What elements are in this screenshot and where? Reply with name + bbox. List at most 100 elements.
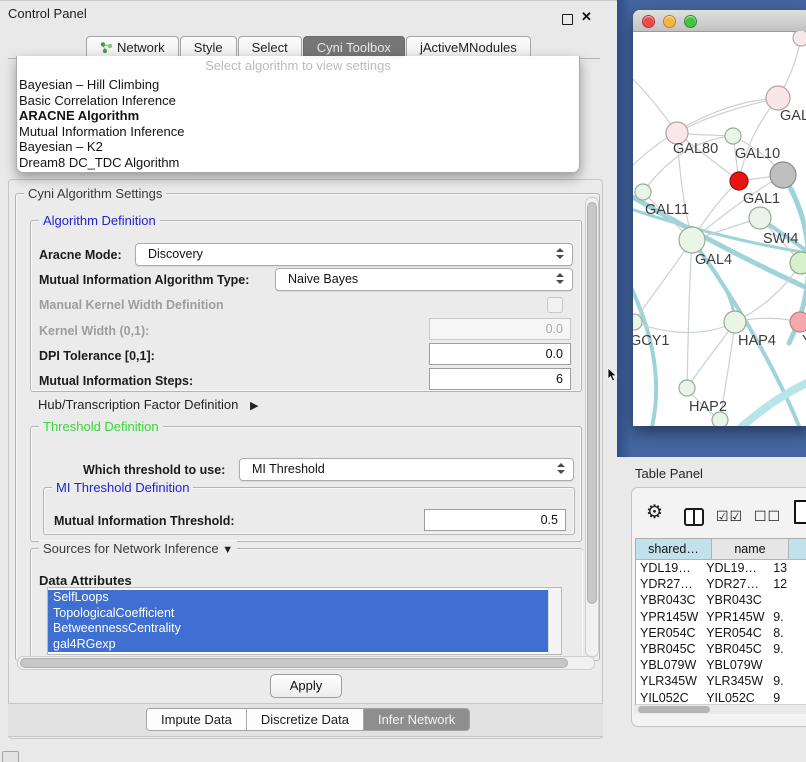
node-label-gal1: GAL1	[743, 191, 780, 207]
attribute-item-betweennesscentrality[interactable]: BetweennessCentrality	[48, 621, 549, 637]
network-window-titlebar[interactable]	[633, 10, 806, 32]
network-node[interactable]	[770, 162, 796, 188]
tab-impute-data[interactable]: Impute Data	[147, 709, 247, 730]
mi-steps-field[interactable]: 6	[429, 368, 571, 390]
table-row[interactable]: YIL052CYIL052C9	[636, 690, 806, 705]
table-row[interactable]: YBR045CYBR045C9.	[636, 641, 806, 657]
dpi-tolerance-field[interactable]: 0.0	[429, 343, 571, 365]
threshold-definition-title: Threshold Definition	[39, 419, 163, 434]
file-export-icon[interactable]	[794, 500, 806, 524]
which-threshold-combo[interactable]: MI Threshold	[239, 458, 574, 481]
network-node-hap4[interactable]	[724, 311, 746, 333]
settings-vertical-scrollbar[interactable]	[585, 197, 599, 657]
node-label-gal4: GAL4	[695, 252, 732, 268]
list-vertical-scrollbar[interactable]	[548, 588, 561, 654]
minimize-traffic-light[interactable]	[663, 15, 676, 28]
network-node-hap2[interactable]	[679, 380, 695, 396]
network-node[interactable]	[730, 172, 748, 190]
tab-cyni-toolbox[interactable]: Cyni Toolbox	[303, 36, 405, 58]
mi-threshold-field[interactable]: 0.5	[424, 509, 566, 531]
tab-jactivemnodules[interactable]: jActiveMNodules	[406, 36, 531, 58]
dropdown-item-basic-correlation-inference[interactable]: Basic Correlation Inference	[19, 93, 579, 109]
table-row[interactable]: YPR145WYPR145W9.	[636, 609, 806, 625]
bottom-tabbar: Impute DataDiscretize DataInfer Network	[146, 708, 470, 731]
manual-kernel-checkbox[interactable]	[547, 297, 563, 313]
table-cell: 9	[769, 690, 806, 705]
dropdown-item-bayesian-k2[interactable]: Bayesian – K2	[19, 139, 579, 155]
minimized-panel-icon[interactable]	[2, 751, 19, 762]
dropdown-item-mutual-information-inference[interactable]: Mutual Information Inference	[19, 124, 579, 140]
sources-toggle[interactable]: Sources for Network Inference ▼	[39, 541, 237, 556]
column-header-shared[interactable]: shared…	[636, 539, 712, 560]
cyni-settings-group-title: Cyni Algorithm Settings	[24, 186, 166, 201]
cyni-algorithm-settings-group: Cyni Algorithm Settings Algorithm Defini…	[15, 193, 600, 661]
data-attributes-list: SelfLoopsTopologicalCoefficientBetweenne…	[48, 590, 549, 652]
hub-definition-toggle[interactable]: Hub/Transcription Factor Definition ▶	[38, 397, 258, 412]
attribute-item-gal4rgexp[interactable]: gal4RGexp	[48, 637, 549, 653]
table-row[interactable]: YLR345WYLR345W9.	[636, 673, 806, 689]
settings-horizontal-scrollbar[interactable]	[17, 656, 595, 670]
apply-button[interactable]: Apply	[270, 674, 342, 698]
stepper-arrows-icon	[556, 273, 564, 284]
table-cell: YIL052C	[636, 690, 702, 705]
dropdown-item-aracne-algorithm[interactable]: ARACNE Algorithm	[19, 108, 579, 124]
network-node-gal7[interactable]	[766, 86, 790, 110]
table-row[interactable]: YBR043CYBR043C	[636, 592, 806, 608]
mi-type-combo[interactable]: Naive Bayes	[275, 268, 573, 291]
network-node-gal4[interactable]	[679, 227, 705, 253]
table-row[interactable]: YDL19…YDL19…13	[636, 560, 806, 576]
table-panel: ⚙ ☑☑ ☐☐ shared…nameA YDL19…YDL19…13YDR27…	[631, 487, 806, 727]
table-horizontal-scrollbar[interactable]	[634, 704, 806, 714]
mouse-cursor	[607, 368, 619, 382]
network-node-gal10[interactable]	[725, 128, 741, 144]
node-label-hap4: HAP4	[738, 333, 776, 349]
table-header-row: shared…nameA	[636, 539, 806, 559]
network-node-gal1[interactable]	[749, 207, 771, 229]
tab-select[interactable]: Select	[238, 36, 302, 58]
columns-icon[interactable]	[684, 508, 704, 526]
stepper-arrows-icon	[556, 248, 564, 259]
tab-network[interactable]: Network	[86, 36, 179, 58]
kernel-width-field[interactable]: 0.0	[429, 318, 571, 340]
table-cell: YDL19…	[636, 560, 702, 576]
mi-steps-label: Mutual Information Steps:	[39, 374, 193, 388]
column-header-a[interactable]: A	[789, 539, 806, 560]
float-window-button[interactable]	[562, 14, 573, 25]
network-node-gal11[interactable]	[635, 184, 651, 200]
network-node-gcy1[interactable]	[633, 314, 642, 330]
close-traffic-light[interactable]	[642, 15, 655, 28]
table-row[interactable]: YDR27…YDR27…12	[636, 576, 806, 592]
network-canvas[interactable]: GAL7GAL80GAL10GAL1GAL11GAL4SWI4GCY1HAP4Y…	[633, 31, 806, 426]
tab-label: jActiveMNodules	[420, 37, 517, 58]
table-row[interactable]: YER054CYER054C8.	[636, 625, 806, 641]
deselect-all-columns-icon[interactable]: ☐☐	[754, 509, 781, 523]
table-cell: 9.	[769, 609, 806, 625]
tab-discretize-data[interactable]: Discretize Data	[247, 709, 364, 730]
table-cell: YBL079W	[702, 657, 769, 673]
aracne-mode-combo[interactable]: Discovery	[135, 243, 573, 266]
settings-vertical-scrollbar-thumb[interactable]	[587, 202, 597, 604]
dropdown-item-dream8-dc-tdc-algorithm[interactable]: Dream8 DC_TDC Algorithm	[19, 155, 579, 171]
zoom-traffic-light[interactable]	[684, 15, 697, 28]
column-header-name[interactable]: name	[712, 539, 789, 560]
which-threshold-label: Which threshold to use:	[83, 463, 225, 477]
tab-style[interactable]: Style	[180, 36, 237, 58]
network-node[interactable]	[793, 31, 806, 46]
network-node-y[interactable]	[790, 312, 806, 332]
select-all-columns-icon[interactable]: ☑☑	[716, 509, 743, 523]
network-node-swi4[interactable]	[790, 252, 806, 274]
settings-horizontal-scrollbar-thumb[interactable]	[20, 658, 568, 668]
stepper-arrows-icon	[557, 463, 565, 474]
dropdown-item-bayesian-hill-climbing[interactable]: Bayesian – Hill Climbing	[19, 77, 579, 93]
gear-icon[interactable]: ⚙	[646, 503, 663, 522]
close-icon[interactable]: ✕	[581, 9, 592, 25]
mi-type-value: Naive Bayes	[288, 272, 358, 286]
table-cell: 8.	[769, 625, 806, 641]
table-horizontal-scrollbar-thumb[interactable]	[638, 706, 710, 713]
tab-infer-network[interactable]: Infer Network	[364, 709, 469, 730]
tab-label: Cyni Toolbox	[317, 37, 391, 58]
attribute-item-topologicalcoefficient[interactable]: TopologicalCoefficient	[48, 606, 549, 622]
attribute-item-selfloops[interactable]: SelfLoops	[48, 590, 549, 606]
table-row[interactable]: YBL079WYBL079W	[636, 657, 806, 673]
data-attributes-label: Data Attributes	[39, 573, 132, 588]
